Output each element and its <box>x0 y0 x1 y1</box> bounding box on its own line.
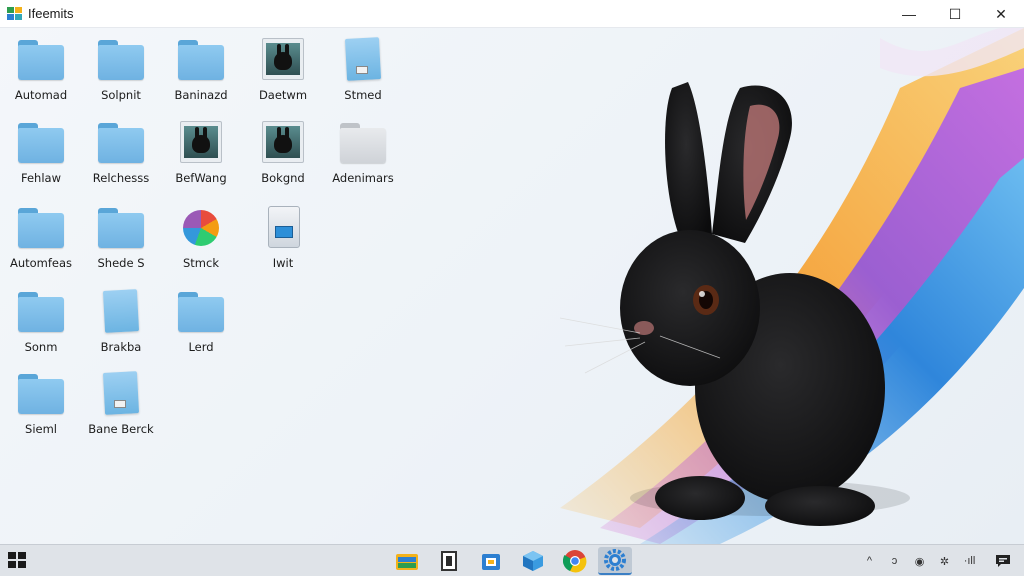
folder-icon <box>98 121 144 165</box>
desktop-icon-label: Shede S <box>97 256 145 270</box>
folder-icon <box>18 38 64 82</box>
tray-sync-icon[interactable]: ↄ <box>882 545 907 576</box>
desktop-icon-label: Stmck <box>183 256 219 270</box>
taskbar-3d-viewer[interactable] <box>516 547 550 575</box>
desktop-icon[interactable]: Iwit <box>244 200 322 278</box>
desktop-icon-label: Baninazd <box>174 88 228 102</box>
taskbar-file-explorer[interactable] <box>390 547 424 575</box>
desktop-icon-label: BefWang <box>175 171 227 185</box>
desktop-icon[interactable]: Bane Berck <box>82 366 160 444</box>
notification-center-button[interactable] <box>982 545 1024 576</box>
application-icon <box>260 206 306 250</box>
image-file-icon <box>260 38 306 82</box>
desktop-icon-label: Lerd <box>188 340 214 354</box>
taskbar-store[interactable] <box>474 547 508 575</box>
taskbar-chrome[interactable] <box>558 547 592 575</box>
taskbar-notepad[interactable] <box>432 547 466 575</box>
desktop-icon-label: Relchesss <box>92 171 150 185</box>
folder-icon <box>98 206 144 250</box>
tray-eye-icon[interactable]: ◉ <box>907 545 932 576</box>
desktop-icon[interactable]: Adenimars <box>324 115 402 193</box>
desktop-icon-label: Bane Berck <box>88 422 154 436</box>
desktop-icon-label: Automad <box>14 88 68 102</box>
notification-icon <box>996 555 1010 567</box>
notepad-icon <box>441 551 457 571</box>
desktop-icon-label: Brakba <box>100 340 142 354</box>
folder-icon <box>178 38 224 82</box>
desktop-icon[interactable]: Baninazd <box>162 32 240 110</box>
store-icon <box>482 554 500 570</box>
desktop-icon[interactable]: Relchesss <box>82 115 160 193</box>
desktop-icon[interactable]: Bokgnd <box>244 115 322 193</box>
folder-icon <box>178 290 224 334</box>
system-tray: ^ ↄ ◉ ✲ ·ıll <box>857 545 1024 576</box>
3d-cube-icon <box>523 551 543 571</box>
desktop-icon[interactable]: Automfeas <box>2 200 80 278</box>
file-explorer-icon <box>396 554 418 570</box>
image-file-icon <box>178 121 224 165</box>
desktop-icon[interactable]: Sonm <box>2 284 80 362</box>
tray-chevron-up-icon[interactable]: ^ <box>857 545 882 576</box>
minimize-button[interactable]: — <box>886 0 932 28</box>
chrome-icon <box>563 550 587 573</box>
maximize-button[interactable]: ☐ <box>932 0 978 28</box>
document-icon <box>340 37 386 82</box>
window-controls: — ☐ ✕ <box>886 0 1024 28</box>
window-title: Ifeemits <box>28 6 74 21</box>
folder-icon <box>18 372 64 416</box>
taskbar-settings[interactable] <box>598 547 632 575</box>
desktop-icon[interactable]: Shede S <box>82 200 160 278</box>
window-titlebar: Ifeemits — ☐ ✕ <box>0 0 1024 28</box>
document-icon <box>98 289 144 334</box>
desktop-icon[interactable]: Sieml <box>2 366 80 444</box>
desktop-icon-label: Sieml <box>25 422 57 436</box>
desktop-icon[interactable]: Stmck <box>162 200 240 278</box>
folder-icon <box>98 38 144 82</box>
document-icon <box>98 371 144 416</box>
close-button[interactable]: ✕ <box>978 0 1024 28</box>
desktop-icon[interactable]: Stmed <box>324 32 402 110</box>
desktop-icon[interactable]: Automad <box>2 32 80 110</box>
desktop-icon-label: Solpnit <box>101 88 141 102</box>
desktop-icon-label: Iwit <box>272 256 294 270</box>
app-window-icon <box>7 6 23 21</box>
desktop-icon-label: Automfeas <box>9 256 73 270</box>
folder-icon <box>18 290 64 334</box>
color-wheel-icon <box>178 206 224 250</box>
folder-icon <box>340 121 386 165</box>
tray-bluetooth-icon[interactable]: ✲ <box>932 545 957 576</box>
desktop-icon-label: Sonm <box>24 340 58 354</box>
settings-gear-icon <box>604 549 626 571</box>
desktop-icon-label: Adenimars <box>332 171 394 185</box>
tray-network-icon[interactable]: ·ıll <box>957 545 982 576</box>
bunny-illustration <box>559 82 885 526</box>
image-file-icon <box>260 121 306 165</box>
desktop-icon-label: Bokgnd <box>261 171 305 185</box>
desktop-icon[interactable]: BefWang <box>162 115 240 193</box>
desktop-icon[interactable]: Brakba <box>82 284 160 362</box>
start-button[interactable] <box>8 552 28 570</box>
desktop-icon[interactable]: Fehlaw <box>2 115 80 193</box>
folder-icon <box>18 206 64 250</box>
folder-icon <box>18 121 64 165</box>
desktop-icon[interactable]: Lerd <box>162 284 240 362</box>
desktop-icon-label: Stmed <box>344 88 382 102</box>
taskbar: ^ ↄ ◉ ✲ ·ıll <box>0 544 1024 576</box>
desktop-icon-label: Daetwm <box>258 88 308 102</box>
desktop-icon-label: Fehlaw <box>21 171 61 185</box>
desktop-icon[interactable]: Daetwm <box>244 32 322 110</box>
desktop-icon[interactable]: Solpnit <box>82 32 160 110</box>
